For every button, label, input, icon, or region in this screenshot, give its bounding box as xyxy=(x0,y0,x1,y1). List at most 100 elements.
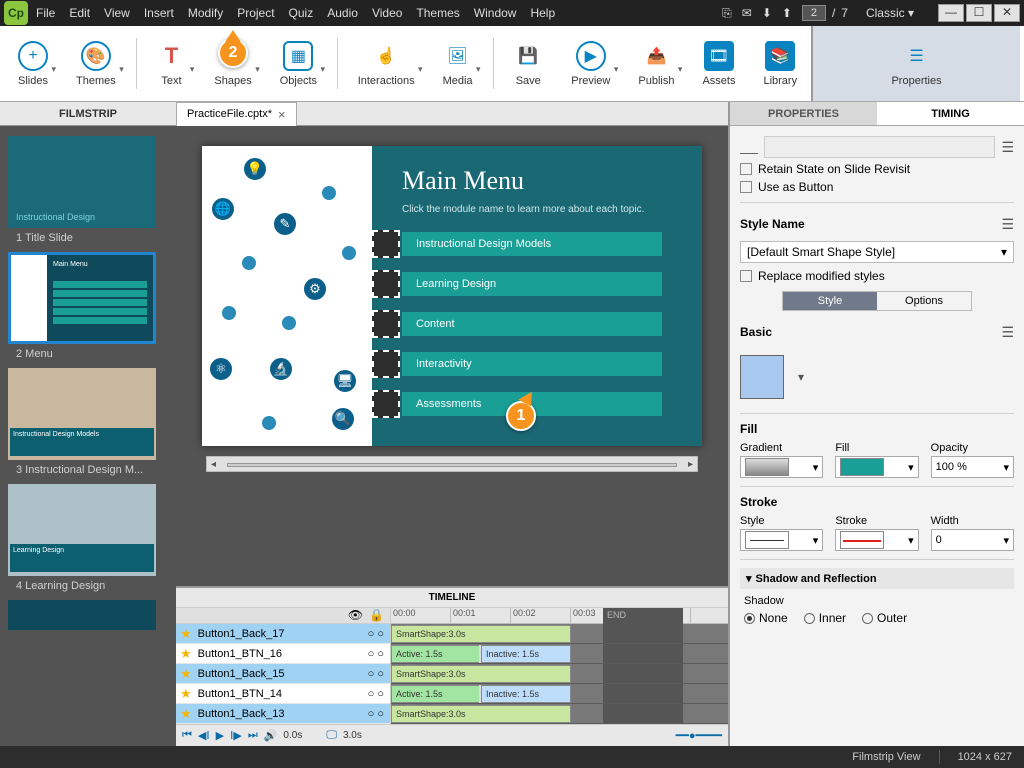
selected-shape-3[interactable] xyxy=(372,310,400,338)
tl-play-icon[interactable]: ▶ xyxy=(216,729,224,742)
panel-menu-icon[interactable]: ☰ xyxy=(1001,139,1014,156)
slide-thumb-2[interactable]: Main Menu 2 Menu xyxy=(8,252,168,360)
timeline-row[interactable]: ★Button1_Back_13○ ○ xyxy=(176,704,390,724)
slide-stage[interactable]: 🌐 ✎ 💡 ⚙ ⚛ 🔬 🔍 🖥 xyxy=(202,146,702,446)
canvas-h-scrollbar[interactable]: ◂▸ xyxy=(206,456,698,472)
stroke-color-select[interactable]: ▾ xyxy=(835,529,918,551)
shadow-expand-icon[interactable]: ▾ xyxy=(746,572,752,585)
style-menu-icon[interactable]: ☰ xyxy=(1001,216,1014,233)
timeline-segment-active[interactable]: Active: 1.5s xyxy=(391,685,481,703)
menu-themes[interactable]: Themes xyxy=(416,6,459,20)
menu-view[interactable]: View xyxy=(104,6,130,20)
tab-properties[interactable]: PROPERTIES xyxy=(730,102,877,126)
callout-marker-1: 1 xyxy=(506,401,536,431)
menu-file[interactable]: File xyxy=(36,6,55,20)
workspace-selector[interactable]: Classic ▾ xyxy=(866,6,914,20)
tl-ffwd-icon[interactable]: ⏭ xyxy=(248,729,258,742)
tl-stepfwd-icon[interactable]: Ⅰ▶ xyxy=(230,729,242,742)
retain-state-checkbox[interactable] xyxy=(740,163,752,175)
subtab-style[interactable]: Style xyxy=(783,292,877,310)
basic-color-swatch[interactable] xyxy=(740,355,784,399)
timeline-segment[interactable]: SmartShape:3.0s xyxy=(391,665,571,683)
shadow-inner-radio[interactable] xyxy=(804,613,815,624)
visibility-toggle[interactable] xyxy=(740,140,758,154)
lock-icon[interactable]: 🔒 xyxy=(369,608,384,623)
timeline-row[interactable]: ★Button1_BTN_16○ ○ xyxy=(176,644,390,664)
ribbon-preview[interactable]: ▶▾Preview xyxy=(557,26,624,101)
shadow-none-radio[interactable] xyxy=(744,613,755,624)
ribbon-properties[interactable]: ☰Properties xyxy=(811,26,1020,101)
slide-thumb-1[interactable]: Instructional Design 1 Title Slide xyxy=(8,136,168,244)
tl-stepback-icon[interactable]: ◀Ⅰ xyxy=(198,729,210,742)
ribbon-objects[interactable]: ▦▾Objects xyxy=(266,26,331,101)
tab-timing[interactable]: TIMING xyxy=(877,102,1024,126)
star-icon: ★ xyxy=(180,706,192,722)
menu-video[interactable]: Video xyxy=(372,6,402,20)
basic-color-dropdown[interactable]: ▾ xyxy=(798,370,804,384)
opacity-input[interactable]: 100 %▾ xyxy=(931,456,1014,478)
menu-project[interactable]: Project xyxy=(237,6,274,20)
timeline-segment-active[interactable]: Active: 1.5s xyxy=(391,645,481,663)
page-indicator: 2 / 7 xyxy=(802,5,848,21)
down-arrow-icon[interactable]: ⬇ xyxy=(762,6,772,20)
tl-audio-icon[interactable]: 🔊 xyxy=(264,729,278,742)
slide-title: Main Menu xyxy=(402,166,524,196)
menu-insert[interactable]: Insert xyxy=(144,6,174,20)
up-arrow-icon[interactable]: ⬆ xyxy=(782,6,792,20)
timeline-segment-inactive[interactable]: Inactive: 1.5s xyxy=(481,685,571,703)
sync-icon[interactable]: ⎘ xyxy=(722,6,732,21)
file-tab[interactable]: PracticeFile.cptx* × xyxy=(176,102,297,126)
timeline-segment-inactive[interactable]: Inactive: 1.5s xyxy=(481,645,571,663)
timeline-controls: ⏮ ◀Ⅰ ▶ Ⅰ▶ ⏭ 🔊 0.0s 🖵 3.0s ━━●━━━━ xyxy=(176,724,728,746)
slide-thumb-5[interactable] xyxy=(8,600,168,630)
ribbon-save[interactable]: 💾Save xyxy=(499,26,557,101)
timeline-row[interactable]: ★Button1_Back_17○ ○ xyxy=(176,624,390,644)
menu-quiz[interactable]: Quiz xyxy=(289,6,314,20)
menu-modify[interactable]: Modify xyxy=(188,6,223,20)
menu-window[interactable]: Window xyxy=(474,6,517,20)
basic-menu-icon[interactable]: ☰ xyxy=(1001,324,1014,341)
window-minimize[interactable]: — xyxy=(938,4,964,22)
selected-shape-4[interactable] xyxy=(372,350,400,378)
style-name-select[interactable]: [Default Smart Shape Style]▾ xyxy=(740,241,1014,263)
timeline-tracks[interactable]: 00:0000:0100:0200:0300:04 END SmartShape… xyxy=(391,608,728,724)
ribbon-media[interactable]: 🖼▾Media xyxy=(429,26,487,101)
menu-audio[interactable]: Audio xyxy=(327,6,358,20)
selected-shape-5[interactable] xyxy=(372,390,400,418)
stroke-width-input[interactable]: 0▾ xyxy=(931,529,1014,551)
tl-playhead-time: 0.0s xyxy=(283,730,302,741)
canvas[interactable]: 🌐 ✎ 💡 ⚙ ⚛ 🔬 🔍 🖥 xyxy=(176,126,728,586)
timeline-segment[interactable]: SmartShape:3.0s xyxy=(391,625,571,643)
fill-color-select[interactable]: ▾ xyxy=(835,456,918,478)
page-current-input[interactable]: 2 xyxy=(802,5,826,21)
shadow-outer-radio[interactable] xyxy=(862,613,873,624)
window-close[interactable]: ✕ xyxy=(994,4,1020,22)
mail-icon[interactable]: ✉ xyxy=(742,6,752,20)
timeline-segment[interactable]: SmartShape:3.0s xyxy=(391,705,571,723)
visibility-icon[interactable]: 👁 xyxy=(348,608,363,623)
stroke-style-select[interactable]: ▾ xyxy=(740,529,823,551)
selected-shape-1[interactable] xyxy=(372,230,400,258)
menu-edit[interactable]: Edit xyxy=(69,6,90,20)
timeline-row[interactable]: ★Button1_Back_15○ ○ xyxy=(176,664,390,684)
subtab-options[interactable]: Options xyxy=(877,292,971,310)
slide-thumb-3[interactable]: Instructional Design Models 3 Instructio… xyxy=(8,368,168,476)
ribbon-slides[interactable]: +▾Slides xyxy=(4,26,62,101)
menu-help[interactable]: Help xyxy=(530,6,555,20)
object-name-input[interactable] xyxy=(764,136,995,158)
ribbon-publish[interactable]: 📤▾Publish xyxy=(624,26,688,101)
ribbon-assets[interactable]: 🎞Assets xyxy=(688,26,749,101)
file-tab-close[interactable]: × xyxy=(278,107,286,122)
window-maximize[interactable]: ☐ xyxy=(966,4,992,22)
ribbon-interactions[interactable]: ☝▾Interactions xyxy=(344,26,429,101)
tl-rewind-icon[interactable]: ⏮ xyxy=(182,729,192,742)
ribbon-themes[interactable]: 🎨▾Themes xyxy=(62,26,130,101)
slide-thumb-4[interactable]: Learning Design 4 Learning Design xyxy=(8,484,168,592)
gradient-select[interactable]: ▾ xyxy=(740,456,823,478)
ribbon-text[interactable]: T▾Text xyxy=(142,26,200,101)
ribbon-library[interactable]: 📚Library xyxy=(749,26,811,101)
replace-styles-checkbox[interactable] xyxy=(740,270,752,282)
selected-shape-2[interactable] xyxy=(372,270,400,298)
use-as-button-checkbox[interactable] xyxy=(740,181,752,193)
timeline-row[interactable]: ★Button1_BTN_14○ ○ xyxy=(176,684,390,704)
